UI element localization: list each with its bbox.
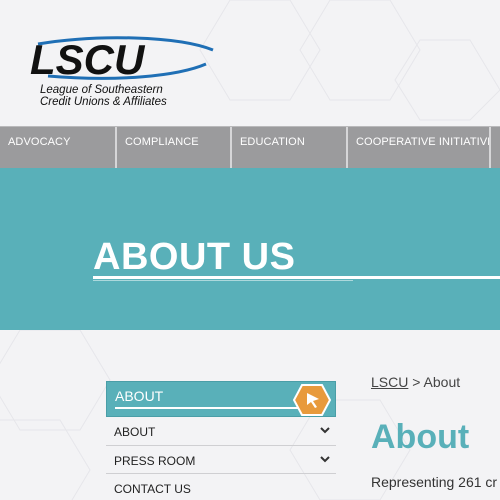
breadcrumb-separator: > <box>408 374 424 390</box>
sidebar-menu: ABOUT PRESS ROOM CONTACT US <box>106 417 336 500</box>
breadcrumb: LSCU > About <box>371 374 460 390</box>
hex-cursor-icon[interactable] <box>293 383 331 417</box>
main-nav: ADVOCACY COMPLIANCE EDUCATION COOPERATIV… <box>0 126 500 169</box>
page-banner: ABOUT US <box>0 168 500 330</box>
sidebar-item-press-room[interactable]: PRESS ROOM <box>106 446 336 474</box>
chevron-down-icon[interactable] <box>320 455 330 463</box>
sidebar-header-divider <box>115 407 301 409</box>
logo-tagline-line2: Credit Unions & Affiliates <box>40 96 167 108</box>
nav-item-education[interactable]: EDUCATION <box>232 127 348 169</box>
nav-item-advocacy[interactable]: ADVOCACY <box>0 127 117 169</box>
sidebar-item-about[interactable]: ABOUT <box>106 417 336 446</box>
nav-item-overflow[interactable] <box>491 127 500 169</box>
intro-paragraph: Representing 261 cr <box>371 474 498 490</box>
banner-divider <box>93 276 500 281</box>
nav-item-cooperative-initiatives[interactable]: COOPERATIVE INITIATIVES <box>348 127 491 169</box>
logo-tagline: League of Southeastern Credit Unions & A… <box>40 84 167 108</box>
lscu-logo-mark: LSCU <box>30 36 214 83</box>
page-title: About <box>371 418 470 456</box>
sidebar-item-label: PRESS ROOM <box>114 453 196 468</box>
breadcrumb-link-lscu[interactable]: LSCU <box>371 374 408 390</box>
sidebar-item-label: CONTACT US <box>114 482 191 496</box>
logo-wordmark: LSCU <box>30 36 146 83</box>
nav-item-compliance[interactable]: COMPLIANCE <box>117 127 232 169</box>
sidebar-item-contact-us[interactable]: CONTACT US <box>106 474 336 500</box>
sidebar-header-label: ABOUT <box>115 388 164 404</box>
lscu-logo[interactable]: LSCU League of Southeastern Credit Union… <box>28 36 218 116</box>
banner-title: ABOUT US <box>93 236 296 278</box>
breadcrumb-current: About <box>423 374 461 390</box>
sidebar-item-label: ABOUT <box>114 425 156 439</box>
logo-tagline-line1: League of Southeastern <box>40 84 163 96</box>
chevron-down-icon[interactable] <box>320 426 330 434</box>
